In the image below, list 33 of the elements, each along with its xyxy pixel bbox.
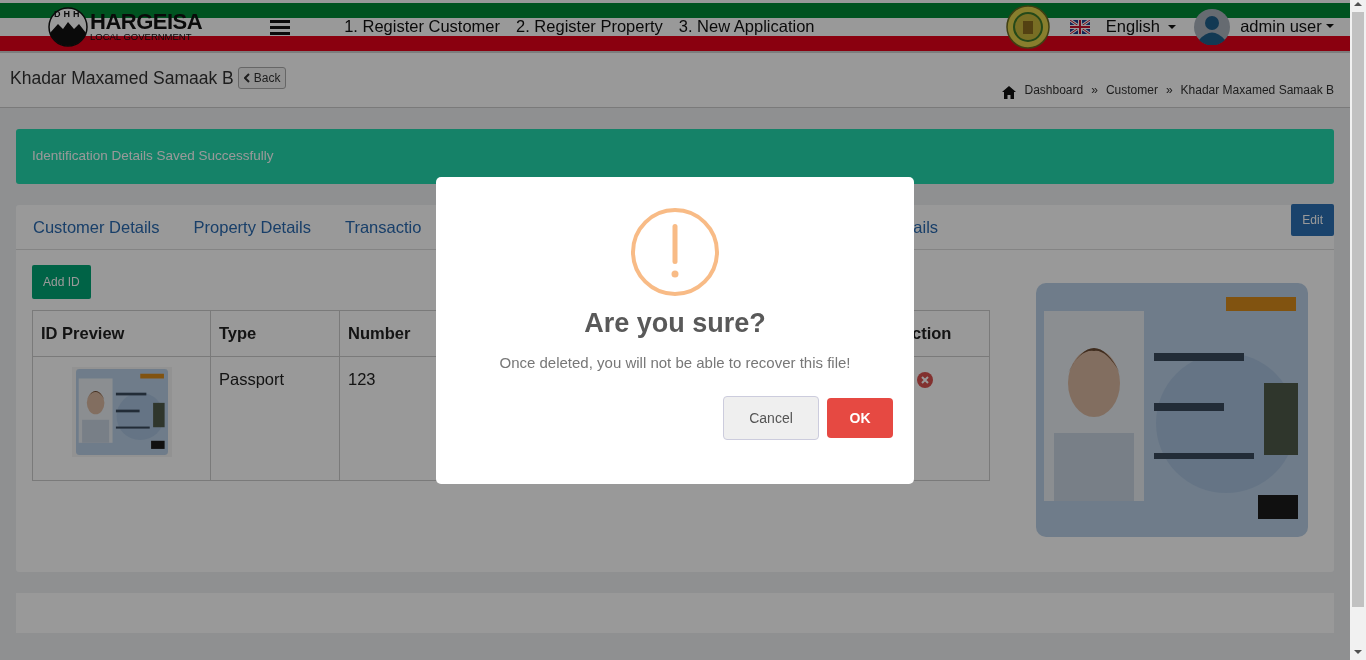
nav-link[interactable]: 2. Register Property (516, 14, 663, 39)
nav-link[interactable]: 3. New Application (678, 14, 815, 39)
breadcrumb-current: Khadar Maxamed Samaak B (1180, 82, 1334, 99)
cancel-button[interactable]: Cancel (723, 396, 819, 440)
success-alert: Identification Details Saved Successfully (16, 129, 1334, 184)
language-dropdown[interactable]: English (1105, 14, 1177, 39)
emblem-icon (1005, 4, 1050, 49)
breadcrumb-link[interactable]: Dashboard (1024, 81, 1084, 99)
logo-initials: DHH (54, 7, 83, 21)
tab[interactable]: Transactio (344, 214, 422, 240)
home-icon (1002, 86, 1017, 99)
nav-link[interactable]: 1. Register Customer (344, 14, 500, 39)
page-title: Khadar Maxamed Samaak B (10, 67, 234, 89)
breadcrumb-separator: » (1165, 82, 1173, 99)
ok-button[interactable]: OK (827, 398, 893, 438)
user-menu[interactable]: admin user (1240, 14, 1334, 39)
breadcrumb-link[interactable]: Customer (1105, 81, 1158, 99)
column-header: Type (210, 310, 340, 357)
menu-icon[interactable] (270, 18, 291, 35)
delete-icon[interactable] (917, 372, 933, 389)
tab[interactable]: ails (913, 214, 939, 240)
column-header: ID Preview (32, 310, 211, 357)
tab[interactable]: Customer Details (33, 214, 160, 240)
flag-icon (1069, 19, 1090, 34)
tab[interactable]: Property Details (193, 214, 311, 240)
avatar-icon[interactable] (1194, 8, 1231, 45)
edit-button[interactable]: Edit (1291, 204, 1334, 236)
chevron-left-icon (243, 73, 250, 83)
breadcrumb-separator: » (1091, 82, 1098, 99)
table-cell: Passport (210, 356, 340, 481)
warning-icon (630, 207, 720, 297)
back-button[interactable]: Back (237, 67, 287, 89)
logo-icon (48, 6, 88, 47)
